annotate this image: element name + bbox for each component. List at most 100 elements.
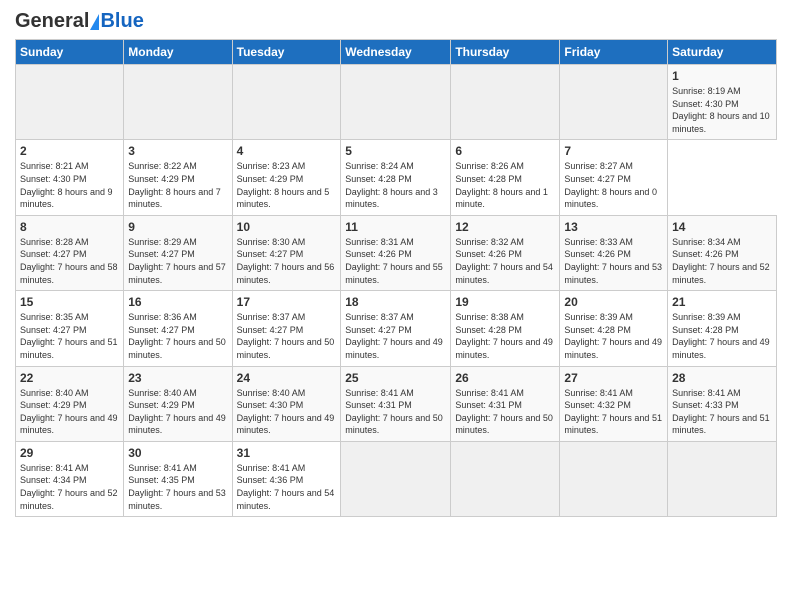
day-info: Sunrise: 8:38 AM Sunset: 4:28 PM Dayligh… [455,311,555,361]
calendar-cell: 3 Sunrise: 8:22 AM Sunset: 4:29 PM Daylig… [124,140,232,215]
col-header-monday: Monday [124,40,232,65]
day-info: Sunrise: 8:40 AM Sunset: 4:29 PM Dayligh… [20,387,119,437]
day-info: Sunrise: 8:41 AM Sunset: 4:31 PM Dayligh… [345,387,446,437]
day-number: 19 [455,295,555,309]
calendar-cell: 17 Sunrise: 8:37 AM Sunset: 4:27 PM Dayli… [232,291,341,366]
calendar-cell: 8 Sunrise: 8:28 AM Sunset: 4:27 PM Daylig… [16,215,124,290]
day-number: 2 [20,144,119,158]
day-number: 1 [672,69,772,83]
day-info: Sunrise: 8:35 AM Sunset: 4:27 PM Dayligh… [20,311,119,361]
calendar-cell [560,441,668,516]
calendar-cell: 26Sunrise: 8:41 AM Sunset: 4:31 PM Dayli… [451,366,560,441]
day-number: 18 [345,295,446,309]
calendar-cell: 9 Sunrise: 8:29 AM Sunset: 4:27 PM Daylig… [124,215,232,290]
day-info: Sunrise: 8:26 AM Sunset: 4:28 PM Dayligh… [455,160,555,210]
col-header-saturday: Saturday [668,40,777,65]
calendar-cell: 28 Sunrise: 8:41 AM Sunset: 4:33 PM Dayli… [668,366,777,441]
day-number: 10 [237,220,337,234]
calendar-cell: 4Sunrise: 8:23 AM Sunset: 4:29 PM Daylig… [232,140,341,215]
day-info: Sunrise: 8:34 AM Sunset: 4:26 PM Dayligh… [672,236,772,286]
day-info: Sunrise: 8:39 AM Sunset: 4:28 PM Dayligh… [672,311,772,361]
day-info: Sunrise: 8:41 AM Sunset: 4:34 PM Dayligh… [20,462,119,512]
calendar-cell [560,65,668,140]
day-number: 25 [345,371,446,385]
col-header-thursday: Thursday [451,40,560,65]
day-number: 29 [20,446,119,460]
day-info: Sunrise: 8:21 AM Sunset: 4:30 PM Dayligh… [20,160,119,210]
day-info: Sunrise: 8:29 AM Sunset: 4:27 PM Dayligh… [128,236,227,286]
day-info: Sunrise: 8:31 AM Sunset: 4:26 PM Dayligh… [345,236,446,286]
calendar-cell: 19 Sunrise: 8:38 AM Sunset: 4:28 PM Dayli… [451,291,560,366]
calendar-cell: 25 Sunrise: 8:41 AM Sunset: 4:31 PM Dayli… [341,366,451,441]
day-number: 30 [128,446,227,460]
day-number: 17 [237,295,337,309]
calendar-cell: 13 Sunrise: 8:33 AM Sunset: 4:26 PM Dayli… [560,215,668,290]
calendar-cell: 12Sunrise: 8:32 AM Sunset: 4:26 PM Dayli… [451,215,560,290]
day-number: 16 [128,295,227,309]
calendar-cell: 31 Sunrise: 8:41 AM Sunset: 4:36 PM Dayli… [232,441,341,516]
day-number: 9 [128,220,227,234]
calendar-cell: 22 Sunrise: 8:40 AM Sunset: 4:29 PM Dayli… [16,366,124,441]
day-info: Sunrise: 8:32 AM Sunset: 4:26 PM Dayligh… [455,236,555,286]
day-info: Sunrise: 8:27 AM Sunset: 4:27 PM Dayligh… [564,160,663,210]
day-number: 8 [20,220,119,234]
calendar-cell: 1 Sunrise: 8:19 AM Sunset: 4:30 PM Daylig… [668,65,777,140]
day-info: Sunrise: 8:28 AM Sunset: 4:27 PM Dayligh… [20,236,119,286]
day-number: 27 [564,371,663,385]
col-header-wednesday: Wednesday [341,40,451,65]
logo-blue: Blue [100,10,143,33]
day-info: Sunrise: 8:40 AM Sunset: 4:29 PM Dayligh… [128,387,227,437]
col-header-tuesday: Tuesday [232,40,341,65]
calendar-cell: 18 Sunrise: 8:37 AM Sunset: 4:27 PM Dayli… [341,291,451,366]
day-number: 15 [20,295,119,309]
calendar-cell: 29 Sunrise: 8:41 AM Sunset: 4:34 PM Dayli… [16,441,124,516]
day-info: Sunrise: 8:33 AM Sunset: 4:26 PM Dayligh… [564,236,663,286]
calendar-cell: 30 Sunrise: 8:41 AM Sunset: 4:35 PM Dayli… [124,441,232,516]
day-number: 24 [237,371,337,385]
calendar-cell: 24 Sunrise: 8:40 AM Sunset: 4:30 PM Dayli… [232,366,341,441]
calendar-cell [341,65,451,140]
day-info: Sunrise: 8:41 AM Sunset: 4:32 PM Dayligh… [564,387,663,437]
day-info: Sunrise: 8:24 AM Sunset: 4:28 PM Dayligh… [345,160,446,210]
logo: General Blue [15,10,144,33]
day-number: 20 [564,295,663,309]
calendar-cell [451,65,560,140]
day-info: Sunrise: 8:41 AM Sunset: 4:35 PM Dayligh… [128,462,227,512]
col-header-sunday: Sunday [16,40,124,65]
day-info: Sunrise: 8:37 AM Sunset: 4:27 PM Dayligh… [237,311,337,361]
day-number: 31 [237,446,337,460]
day-number: 13 [564,220,663,234]
day-number: 6 [455,144,555,158]
calendar-cell [341,441,451,516]
day-info: Sunrise: 8:41 AM Sunset: 4:36 PM Dayligh… [237,462,337,512]
day-info: Sunrise: 8:41 AM Sunset: 4:33 PM Dayligh… [672,387,772,437]
day-number: 14 [672,220,772,234]
calendar-cell: 11Sunrise: 8:31 AM Sunset: 4:26 PM Dayli… [341,215,451,290]
day-info: Sunrise: 8:37 AM Sunset: 4:27 PM Dayligh… [345,311,446,361]
day-number: 22 [20,371,119,385]
logo-triangle-icon [90,14,99,30]
day-info: Sunrise: 8:22 AM Sunset: 4:29 PM Dayligh… [128,160,227,210]
day-number: 21 [672,295,772,309]
calendar-cell: 2 Sunrise: 8:21 AM Sunset: 4:30 PM Daylig… [16,140,124,215]
calendar-cell [451,441,560,516]
calendar-cell: 20Sunrise: 8:39 AM Sunset: 4:28 PM Dayli… [560,291,668,366]
calendar-cell: 27 Sunrise: 8:41 AM Sunset: 4:32 PM Dayli… [560,366,668,441]
page-header: General Blue [15,10,777,33]
day-number: 28 [672,371,772,385]
day-info: Sunrise: 8:19 AM Sunset: 4:30 PM Dayligh… [672,85,772,135]
day-number: 5 [345,144,446,158]
calendar-cell [232,65,341,140]
col-header-friday: Friday [560,40,668,65]
day-info: Sunrise: 8:40 AM Sunset: 4:30 PM Dayligh… [237,387,337,437]
calendar-cell: 10Sunrise: 8:30 AM Sunset: 4:27 PM Dayli… [232,215,341,290]
day-number: 4 [237,144,337,158]
calendar-cell: 5 Sunrise: 8:24 AM Sunset: 4:28 PM Daylig… [341,140,451,215]
calendar-cell: 16Sunrise: 8:36 AM Sunset: 4:27 PM Dayli… [124,291,232,366]
day-number: 7 [564,144,663,158]
calendar-cell: 15 Sunrise: 8:35 AM Sunset: 4:27 PM Dayli… [16,291,124,366]
calendar-cell [668,441,777,516]
calendar-cell [124,65,232,140]
day-number: 23 [128,371,227,385]
day-number: 3 [128,144,227,158]
